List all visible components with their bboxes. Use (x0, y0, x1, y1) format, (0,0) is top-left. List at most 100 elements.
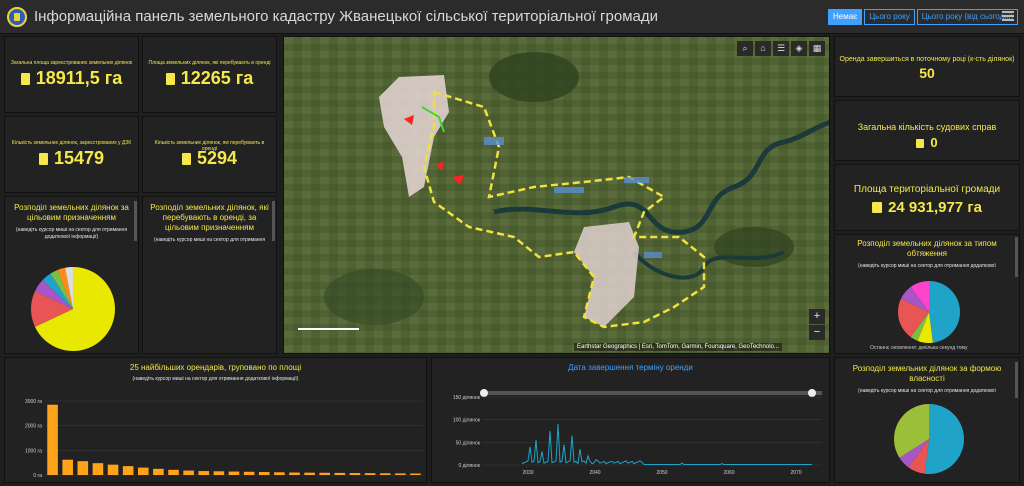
kpi-value: 24 931,977 га (888, 199, 982, 216)
bar[interactable] (410, 473, 421, 475)
bar[interactable] (379, 473, 391, 475)
header: Інформаційна панель земельного кадастру … (0, 0, 1024, 34)
series-line[interactable] (521, 424, 812, 466)
bar[interactable] (137, 467, 149, 475)
kpi-value: 15479 (53, 148, 105, 168)
kpi-value: 18911,5 га (35, 68, 123, 88)
bar[interactable] (183, 470, 194, 475)
pie-slice[interactable] (929, 281, 960, 343)
bar[interactable] (319, 472, 331, 475)
y-tick-label: 150 ділянок (453, 395, 481, 401)
x-tick-label: 2040 (589, 470, 600, 476)
pie-chart-purpose[interactable] (5, 197, 139, 354)
basemap-icon[interactable]: ▦ (809, 41, 825, 56)
zoom-out-button[interactable]: − (809, 325, 825, 340)
pie-chart-ownership[interactable] (835, 358, 1020, 483)
pie-chart-leased-purpose[interactable] (143, 197, 277, 354)
tab-this-year[interactable]: Цього року (864, 9, 915, 25)
map-view[interactable]: ⌕ ⌂ ☰ ◈ ▦ + − Earthstar Geographics | Es… (283, 36, 830, 354)
bar[interactable] (92, 463, 104, 475)
bar[interactable] (243, 471, 255, 475)
kpi-value: 0 (930, 135, 938, 150)
bar[interactable] (107, 464, 119, 475)
bar[interactable] (395, 473, 406, 475)
y-tick-label: 2000 га (25, 424, 42, 430)
kpi-leased-area: Площа земельних ділянок, які перебувають… (142, 36, 277, 113)
pie-panel-encumbrance: Розподіл земельних ділянок за типом обтя… (834, 234, 1020, 354)
bar[interactable] (364, 473, 376, 475)
pie-panel-leased-purpose: Розподіл земельних ділянок, які перебува… (142, 196, 277, 354)
layers-icon[interactable]: ◈ (791, 41, 807, 56)
pie-panel-purpose: Розподіл земельних ділянок за цільовим п… (4, 196, 139, 354)
range-slider-handle[interactable] (480, 389, 488, 397)
range-slider-handle[interactable] (808, 389, 816, 397)
x-tick-label: 2030 (522, 470, 533, 476)
page-title: Інформаційна панель земельного кадастру … (34, 8, 659, 25)
kpi-label: Кількість земельних ділянок, зареєстрова… (11, 140, 132, 146)
document-icon (181, 153, 191, 165)
kpi-value: 5294 (196, 148, 238, 168)
list-icon[interactable]: ☰ (773, 41, 789, 56)
kpi-label: Площа земельних ділянок, які перебувають… (148, 60, 271, 66)
zoom-controls: + − (809, 309, 825, 341)
bar-chart[interactable]: 3000 га 2000 га 1000 га 0 га (5, 358, 427, 483)
bar-panel-top-lessees: 25 найбільших орендарів, груповано по пл… (4, 357, 427, 483)
tab-none[interactable]: Немає (828, 9, 863, 25)
bar[interactable] (274, 472, 285, 475)
kpi-label: Загальна площа зареєстрованих земельних … (10, 60, 133, 66)
map-area-icon (872, 202, 883, 213)
kpi-label: Загальна кількість судових справ (857, 122, 997, 132)
document-icon (20, 73, 30, 85)
map-attribution: Earthstar Geographics | Esri, TomTom, Ga… (574, 343, 782, 351)
coat-of-arms-logo (7, 7, 27, 27)
bar[interactable] (258, 472, 270, 475)
y-tick-label: 0 га (33, 473, 42, 479)
home-icon[interactable]: ⌂ (755, 41, 771, 56)
kpi-court-cases: Загальна кількість судових справ 0 (834, 100, 1020, 161)
y-tick-label: 100 ділянок (453, 418, 481, 424)
pie-panel-ownership: Розподіл земельних ділянок за формою вла… (834, 357, 1020, 483)
kpi-value: 12265 га (180, 68, 254, 88)
bar[interactable] (198, 471, 210, 475)
y-tick-label: 50 ділянок (456, 440, 481, 446)
line-panel-lease-end: Дата завершення терміну оренди 150 ділян… (431, 357, 830, 483)
date-filter-tabs: Немає Цього року Цього року (від сьогодн… (828, 9, 1019, 25)
pie-chart-encumbrance[interactable] (835, 235, 1020, 354)
bar[interactable] (122, 466, 134, 475)
bar[interactable] (62, 459, 73, 475)
search-icon[interactable]: ⌕ (737, 41, 753, 56)
bar[interactable] (289, 472, 300, 475)
kpi-total-area: Загальна площа зареєстрованих земельних … (4, 36, 139, 113)
x-tick-label: 2050 (656, 470, 667, 476)
bar[interactable] (349, 473, 361, 475)
kpi-label: Оренда завершиться в поточному році (к-с… (839, 56, 1015, 63)
kpi-lease-ending: Оренда завершиться в поточному році (к-с… (834, 36, 1020, 97)
y-tick-label: 3000 га (25, 399, 42, 405)
y-tick-label: 0 ділянок (458, 463, 480, 469)
bar[interactable] (213, 471, 225, 475)
bar[interactable] (77, 461, 89, 475)
kpi-community-area: Площа територіальної громади 24 931,977 … (834, 164, 1020, 231)
gavel-icon (916, 139, 925, 148)
satellite-map[interactable] (284, 37, 830, 354)
zoom-in-button[interactable]: + (809, 309, 825, 324)
x-tick-label: 2060 (723, 470, 734, 476)
bar[interactable] (334, 472, 346, 475)
document-icon (165, 73, 175, 85)
kpi-registered-count: Кількість земельних ділянок, зареєстрова… (4, 116, 139, 193)
line-chart[interactable]: 150 ділянок 100 ділянок 50 ділянок 0 діляно… (432, 358, 830, 483)
hamburger-menu-icon[interactable] (1002, 11, 1014, 21)
bar[interactable] (47, 404, 58, 475)
kpi-value: 50 (919, 65, 935, 81)
document-icon (38, 153, 48, 165)
pie-slice[interactable] (924, 404, 964, 474)
bar[interactable] (228, 471, 240, 475)
kpi-leased-count: Кількість земельних ділянок, які перебув… (142, 116, 277, 193)
x-tick-label: 2070 (790, 470, 801, 476)
bar[interactable] (304, 472, 315, 475)
bar[interactable] (153, 468, 164, 475)
last-updated: Останнє оновлення: декілька секунд тому (870, 345, 968, 351)
bar[interactable] (168, 469, 179, 475)
y-tick-label: 1000 га (25, 448, 42, 454)
kpi-label: Площа територіальної громади (853, 184, 1001, 195)
